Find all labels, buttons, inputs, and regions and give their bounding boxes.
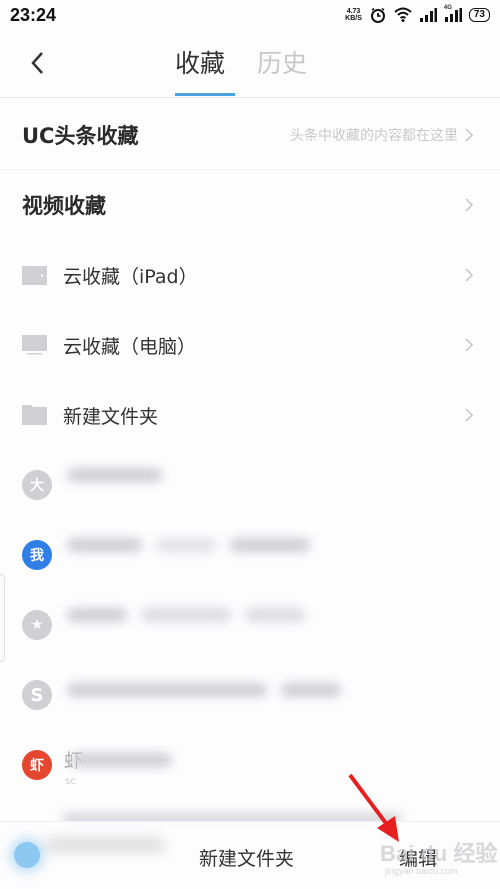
blurred-text <box>67 608 127 622</box>
bookmark-item[interactable]: 虾 虾 sc <box>0 730 500 800</box>
avatar: 大 <box>22 470 52 500</box>
video-favorites-title: 视频收藏 <box>22 194 106 218</box>
side-drag-handle[interactable] <box>0 574 5 662</box>
bookmark-item[interactable]: S <box>0 660 500 730</box>
blurred-text <box>281 683 341 697</box>
blurred-title <box>72 753 172 767</box>
blurred-text <box>67 468 162 482</box>
bookmark-url: sc <box>65 776 76 787</box>
blurred-text <box>72 753 172 767</box>
folder-row-ipad[interactable]: 云收藏（iPad） <box>0 240 500 310</box>
blurred-title <box>67 683 341 697</box>
net-speed: 4.73 KB/S <box>345 8 362 22</box>
wifi-icon <box>394 7 412 22</box>
uc-headlines-title: UC头条收藏 <box>22 123 139 148</box>
battery-indicator: 73 <box>468 8 490 22</box>
uc-headlines-subtitle: 头条中收藏的内容都在这里 <box>290 127 458 144</box>
avatar: 虾 <box>22 750 52 780</box>
video-favorites-row[interactable]: 视频收藏 <box>0 170 500 240</box>
folder-label: 云收藏（电脑） <box>63 335 197 358</box>
blurred-title <box>67 538 310 552</box>
floating-button[interactable] <box>14 842 40 868</box>
bookmark-item[interactable]: 我 <box>0 520 500 590</box>
blurred-text <box>67 538 142 552</box>
uc-headlines-favorites-row[interactable]: UC头条收藏 头条中收藏的内容都在这里 <box>0 100 500 170</box>
tab-favorites-label: 收藏 <box>175 49 226 78</box>
avatar-text: 我 <box>30 548 44 564</box>
blurred-text <box>245 608 305 622</box>
tab-history-label: 历史 <box>257 49 308 78</box>
signal-icon <box>444 8 462 22</box>
folder-label: 云收藏（iPad） <box>63 265 198 288</box>
blurred-text <box>67 683 267 697</box>
signal-icon <box>419 8 437 22</box>
tab-bar: 收藏 历史 <box>175 44 307 96</box>
chevron-left-icon <box>31 52 43 74</box>
tab-history[interactable]: 历史 <box>257 44 307 96</box>
folder-row-new-folder[interactable]: 新建文件夹 <box>0 380 500 450</box>
new-folder-button[interactable]: 新建文件夹 <box>199 844 294 871</box>
bookmark-item[interactable]: 大 <box>0 450 500 520</box>
blurred-text <box>230 538 310 552</box>
blurred-title <box>67 468 162 482</box>
folder-row-computer[interactable]: 云收藏（电脑） <box>0 310 500 380</box>
back-button[interactable] <box>24 48 54 78</box>
status-bar: 23:24 4.73 KB/S 4G 73 <box>0 0 500 30</box>
chevron-right-icon <box>465 198 474 212</box>
top-navigation: 收藏 历史 <box>0 30 500 98</box>
avatar-text: S <box>30 684 44 706</box>
star-icon: ★ <box>30 617 44 633</box>
chevron-right-icon <box>465 127 474 142</box>
folder-icon <box>22 405 47 425</box>
status-icons: 4.73 KB/S 4G 73 <box>345 5 490 23</box>
folder-label: 新建文件夹 <box>63 405 159 428</box>
avatar: 我 <box>22 540 52 570</box>
avatar: S <box>22 680 52 710</box>
net-speed-value: 4.73 <box>346 8 361 15</box>
monitor-icon <box>22 335 47 355</box>
blurred-text <box>141 608 231 622</box>
chevron-right-icon <box>465 408 474 422</box>
avatar-text: 虾 <box>30 758 44 774</box>
active-tab-indicator <box>175 93 235 96</box>
bottom-toolbar: 新建文件夹 编辑 <box>0 821 500 889</box>
avatar: ★ <box>22 610 52 640</box>
bookmark-item[interactable]: ★ <box>0 590 500 660</box>
signal-4g: 4G <box>444 5 462 23</box>
chevron-right-icon <box>465 338 474 352</box>
tablet-icon <box>22 266 47 285</box>
blurred-text <box>156 538 216 552</box>
blurred-text <box>45 838 165 852</box>
net-speed-unit: KB/S <box>345 15 362 22</box>
avatar-text: 大 <box>30 478 44 494</box>
edit-button[interactable]: 编辑 <box>399 844 437 871</box>
blurred-title <box>67 608 305 622</box>
status-time: 23:24 <box>10 4 57 25</box>
tab-favorites[interactable]: 收藏 <box>175 44 235 96</box>
alarm-icon <box>370 7 385 23</box>
chevron-right-icon <box>465 268 474 282</box>
favorites-list: UC头条收藏 头条中收藏的内容都在这里 视频收藏 云收藏（iPad） 云收藏（电… <box>0 100 500 840</box>
